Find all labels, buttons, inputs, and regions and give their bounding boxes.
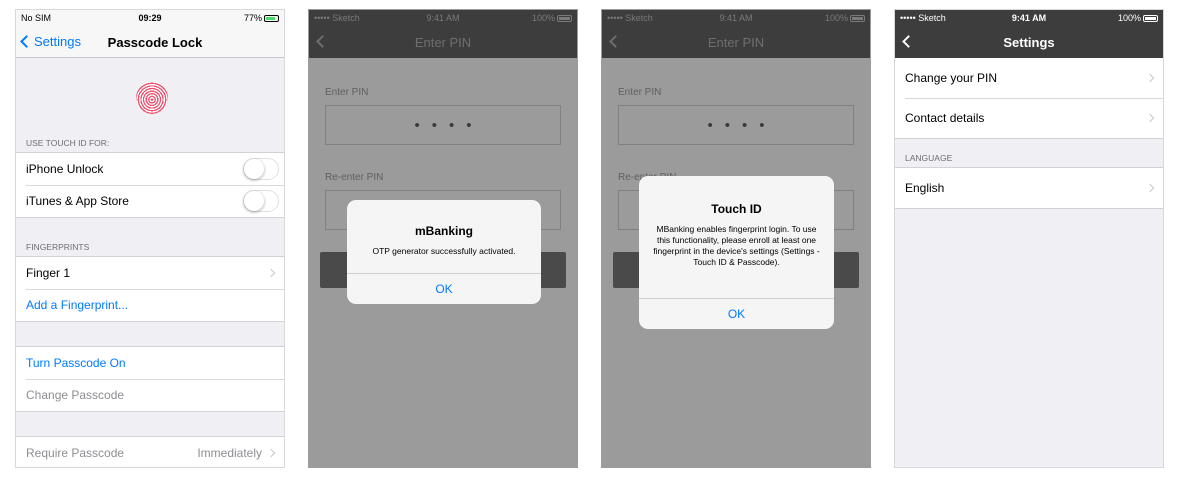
row-label: English: [905, 181, 945, 195]
battery-percent: 100%: [531, 13, 555, 23]
iphone-unlock-row: iPhone Unlock: [16, 153, 284, 185]
status-bar: ••••• Sketch 9:41 AM 100%: [895, 10, 1163, 27]
battery-indicator: 100%: [825, 13, 865, 23]
row-label: Finger 1: [26, 266, 71, 280]
change-passcode-row: Change Passcode: [16, 379, 284, 411]
battery-icon: [264, 15, 279, 22]
navigation-bar: Settings: [895, 27, 1163, 58]
page-title: Passcode Lock: [107, 35, 203, 50]
navigation-bar: Settings Passcode Lock: [16, 27, 284, 58]
page-title: Enter PIN: [414, 35, 472, 50]
row-label: Contact details: [905, 111, 985, 125]
touch-id-group: iPhone Unlock iTunes & App Store: [16, 152, 284, 218]
page-title: Enter PIN: [707, 35, 765, 50]
status-bar: ••••• Sketch 9:41 AM 100%: [602, 10, 870, 27]
alert-title: mBanking: [414, 224, 473, 238]
itunes-app-store-toggle[interactable]: [243, 190, 279, 212]
chevron-right-icon: [1145, 73, 1155, 83]
chevron-right-icon: [266, 448, 276, 458]
row-value: Immediately: [197, 446, 262, 460]
enter-pin-screen-success: ••••• Sketch 9:41 AM 100% Enter PIN Ente…: [308, 9, 578, 468]
fingerprints-section-header: FINGERPRINTS: [26, 242, 90, 252]
pin-dots: ••••: [414, 117, 484, 134]
reenter-pin-label: Re-enter PIN: [325, 172, 384, 183]
itunes-app-store-row: iTunes & App Store: [16, 185, 284, 217]
fingerprints-group: Finger 1 Add a Fingerprint...: [16, 256, 284, 322]
change-pin-row[interactable]: Change your PIN: [895, 58, 1163, 98]
alert-ok-button[interactable]: OK: [639, 298, 834, 329]
battery-indicator: 77%: [244, 13, 279, 23]
alert-ok-button[interactable]: OK: [347, 273, 541, 304]
language-group: English: [895, 167, 1163, 209]
chevron-right-icon: [1145, 183, 1155, 193]
require-passcode-group: Require Passcode Immediately: [16, 436, 284, 467]
passcode-lock-screen: No SIM 09:29 77% Settings Passcode Lock …: [15, 9, 285, 468]
battery-percent: 100%: [824, 13, 848, 23]
battery-icon: [850, 15, 865, 22]
alert-message: MBanking enables fingerprint login. To u…: [653, 224, 820, 267]
battery-icon: [557, 15, 572, 22]
row-label: Change your PIN: [905, 71, 998, 85]
iphone-unlock-toggle[interactable]: [243, 158, 279, 180]
battery-indicator: 100%: [1118, 13, 1158, 23]
pin-input[interactable]: ••••: [618, 105, 854, 145]
fingerprint-icon: [136, 82, 168, 114]
enter-pin-screen-touch-id: ••••• Sketch 9:41 AM 100% Enter PIN Ente…: [601, 9, 871, 468]
settings-screen: ••••• Sketch 9:41 AM 100% Settings Chang…: [894, 9, 1164, 468]
navigation-bar: Enter PIN: [602, 27, 870, 58]
alert-dialog: mBanking OTP generator successfully acti…: [347, 200, 541, 304]
fingerprint-banner: [16, 58, 284, 138]
language-section-header: LANGUAGE: [905, 153, 953, 163]
alert-title: Touch ID: [711, 202, 762, 216]
battery-indicator: 100%: [532, 13, 572, 23]
battery-percent: 77%: [243, 13, 262, 23]
page-title: Settings: [1003, 35, 1055, 50]
row-label: iPhone Unlock: [26, 162, 104, 176]
pin-input[interactable]: ••••: [325, 105, 561, 145]
pin-dots: ••••: [707, 117, 777, 134]
turn-passcode-on-row[interactable]: Turn Passcode On: [16, 347, 284, 379]
status-bar: ••••• Sketch 9:41 AM 100%: [309, 10, 577, 27]
pin-label: Enter PIN: [325, 87, 369, 98]
alert-message: OTP generator successfully activated.: [372, 246, 516, 256]
passcode-group: Turn Passcode On Change Passcode: [16, 346, 284, 412]
navigation-bar: Enter PIN: [309, 27, 577, 58]
battery-icon: [1143, 15, 1158, 22]
row-label: iTunes & App Store: [26, 194, 129, 208]
pin-label: Enter PIN: [618, 87, 662, 98]
touch-id-section-header: USE TOUCH ID FOR:: [26, 138, 110, 148]
row-label: Require Passcode: [26, 446, 125, 460]
chevron-right-icon: [266, 268, 276, 278]
status-bar: No SIM 09:29 77%: [16, 10, 284, 27]
require-passcode-row: Require Passcode Immediately: [16, 437, 284, 467]
contact-details-row[interactable]: Contact details: [895, 98, 1163, 138]
chevron-right-icon: [1145, 113, 1155, 123]
language-row[interactable]: English: [895, 168, 1163, 208]
battery-percent: 100%: [1117, 13, 1141, 23]
alert-dialog: Touch ID MBanking enables fingerprint lo…: [639, 176, 834, 329]
add-fingerprint-row[interactable]: Add a Fingerprint...: [16, 289, 284, 321]
finger-1-row[interactable]: Finger 1: [16, 257, 284, 289]
settings-group: Change your PIN Contact details: [895, 58, 1163, 139]
